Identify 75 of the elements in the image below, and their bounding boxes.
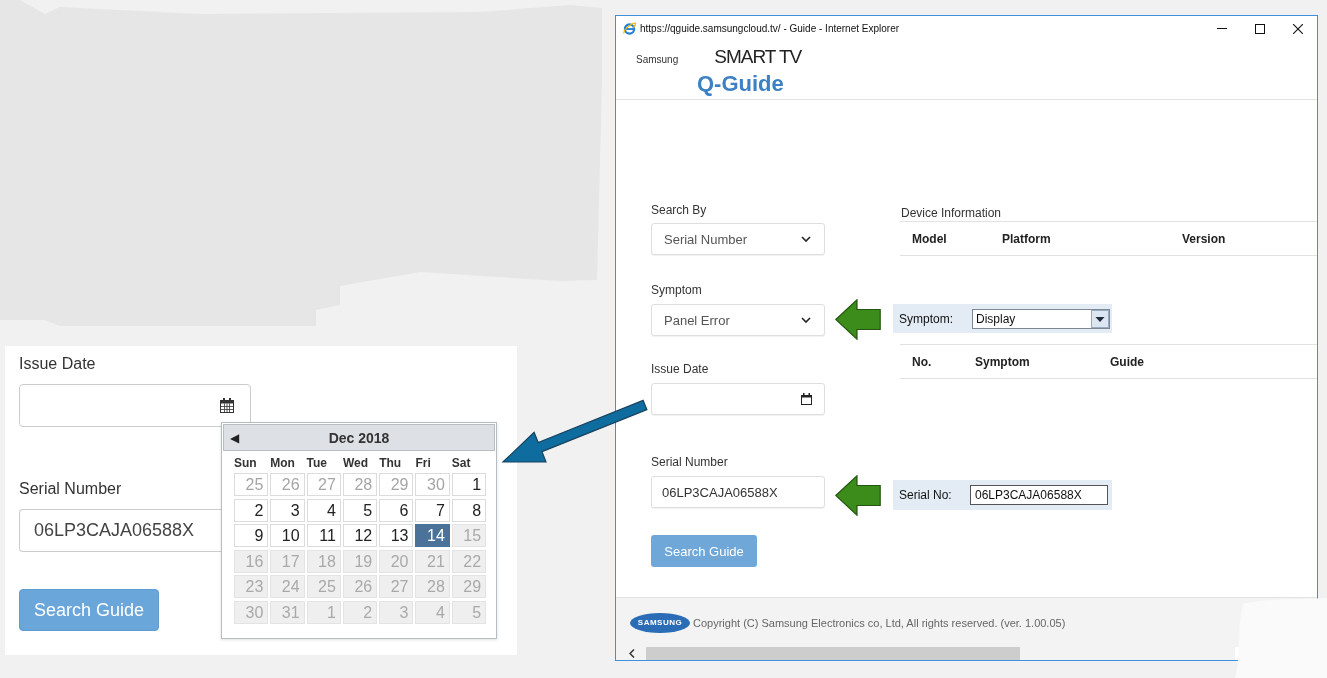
field-label: Symptom bbox=[651, 283, 702, 297]
field-label: Serial Number bbox=[19, 479, 122, 499]
calendar-day[interactable]: 6 bbox=[379, 498, 414, 522]
chevron-down-icon bbox=[801, 317, 811, 323]
search-button[interactable]: Search Guide bbox=[19, 589, 159, 631]
date-field[interactable] bbox=[19, 384, 251, 427]
brand-text: Samsung bbox=[636, 53, 679, 67]
calendar-day[interactable]: 3 bbox=[270, 498, 305, 522]
calendar-day[interactable]: 10 bbox=[270, 524, 305, 548]
dropdown-field[interactable]: Display bbox=[972, 308, 1110, 329]
copyright-text: Copyright (C) Samsung Electronics co, Ltd, All rights reserved. (ver. 1.00.05) bbox=[693, 616, 1066, 629]
dropdown-caret-icon bbox=[1091, 309, 1109, 328]
app-title: Q-Guide bbox=[697, 72, 784, 96]
chevron-left-icon[interactable] bbox=[629, 649, 635, 658]
weekday-label: Thu bbox=[379, 456, 403, 471]
weekday-label: Mon bbox=[270, 456, 296, 471]
calendar-day[interactable]: 14 bbox=[415, 524, 450, 548]
date-field[interactable] bbox=[651, 383, 825, 415]
calendar-day[interactable]: 30 bbox=[415, 473, 450, 496]
product-logo-text: SMART TV bbox=[714, 45, 802, 69]
calendar-day[interactable]: 29 bbox=[379, 473, 414, 496]
column-header: Guide bbox=[1110, 354, 1144, 369]
calendar-day[interactable]: 9 bbox=[234, 524, 269, 548]
column-header: Symptom bbox=[975, 354, 1030, 369]
minimize-icon bbox=[1217, 28, 1227, 29]
column-header: No. bbox=[912, 354, 932, 369]
calendar-day[interactable]: 28 bbox=[342, 473, 378, 496]
search-button[interactable]: Search Guide bbox=[651, 535, 757, 567]
field-label: Serial No: bbox=[899, 488, 953, 502]
calendar-day[interactable]: 8 bbox=[451, 498, 487, 522]
calendar-day[interactable]: 26 bbox=[270, 473, 305, 496]
brand-logo: SAMSUNG bbox=[630, 612, 690, 633]
input-field[interactable]: 06LP3CAJA06588X bbox=[651, 476, 825, 508]
calendar-day[interactable]: 27 bbox=[306, 473, 341, 496]
horizontal-scrollbar[interactable] bbox=[616, 647, 1235, 660]
field-label: Symptom: bbox=[899, 311, 954, 326]
weekday-label: Wed bbox=[342, 456, 369, 471]
field-label: Issue Date bbox=[651, 362, 709, 376]
column-header: Model bbox=[912, 231, 947, 246]
browser-logo-icon bbox=[623, 22, 636, 35]
calendar-day[interactable]: 7 bbox=[415, 498, 450, 522]
window-title: https://qguide.samsungcloud.tv/ - Guide - Internet Explorer bbox=[640, 23, 900, 34]
select-field[interactable]: Serial Number bbox=[651, 223, 825, 255]
calendar-day[interactable]: 1 bbox=[451, 473, 487, 496]
calendar-day[interactable]: 11 bbox=[306, 524, 341, 548]
calendar-day[interactable]: 12 bbox=[342, 524, 378, 548]
left-arrow-icon bbox=[835, 299, 881, 340]
field-label: Search By bbox=[651, 203, 707, 217]
chevron-down-icon bbox=[801, 236, 811, 242]
field-label: Issue Date bbox=[19, 354, 96, 374]
weekday-label: Sun bbox=[234, 456, 258, 471]
calendar-day[interactable]: 25 bbox=[234, 473, 269, 496]
select-field[interactable]: Panel Error bbox=[651, 304, 825, 336]
column-header: Platform bbox=[1002, 231, 1051, 246]
input-field[interactable]: 06LP3CAJA06588X bbox=[19, 509, 221, 552]
left-arrow-icon bbox=[835, 475, 881, 516]
column-header: Version bbox=[1182, 231, 1226, 246]
weekday-label: Tue bbox=[306, 456, 329, 471]
prev-month-button[interactable]: ◀ bbox=[230, 430, 240, 446]
field-label: Serial Number bbox=[651, 455, 728, 469]
weekday-label: Sat bbox=[451, 456, 472, 471]
section-title: Device Information bbox=[901, 206, 1002, 220]
calendar-day[interactable]: 13 bbox=[379, 524, 414, 548]
calendar-day[interactable]: 5 bbox=[342, 498, 378, 522]
calendar-icon bbox=[801, 393, 812, 405]
month-title: Dec 2018 bbox=[328, 429, 390, 446]
weekday-label: Fri bbox=[415, 456, 432, 471]
calendar-icon bbox=[220, 398, 234, 413]
arrow-icon bbox=[500, 397, 650, 465]
input-field[interactable]: 06LP3CAJA06588X bbox=[970, 485, 1108, 505]
maximize-icon bbox=[1255, 23, 1265, 34]
calendar-day[interactable]: 4 bbox=[306, 498, 341, 522]
scrollbar-thumb[interactable] bbox=[646, 647, 1020, 660]
calendar-day[interactable]: 2 bbox=[234, 498, 269, 522]
close-icon bbox=[1293, 23, 1303, 34]
